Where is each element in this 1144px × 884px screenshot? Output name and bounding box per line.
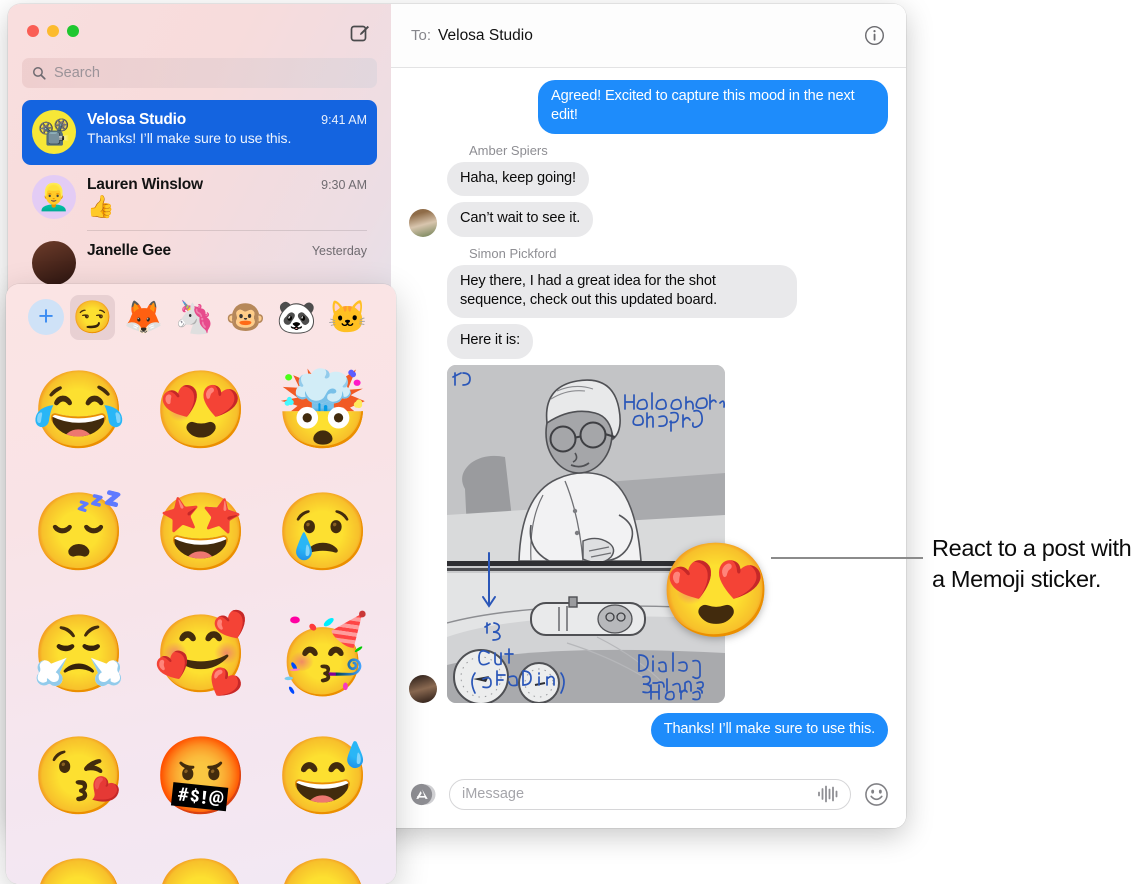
search-placeholder: Search	[54, 65, 100, 81]
conversation-time: 9:30 AM	[321, 178, 367, 192]
sticker-tab-fox[interactable]: 🦊	[121, 295, 166, 340]
close-button[interactable]	[27, 25, 39, 37]
sticker-partial-2[interactable]: 😶	[140, 838, 262, 884]
search-container: Search	[8, 58, 391, 88]
search-icon	[33, 67, 46, 80]
sticker-mind-blown[interactable]: 🤯	[262, 350, 384, 472]
audio-waveform-icon[interactable]	[816, 785, 838, 803]
sticker-kissing-heart[interactable]: 😘	[18, 716, 140, 838]
sticker-sad-tear[interactable]: 😢	[262, 472, 384, 594]
memoji-sticker-on-image[interactable]: 😍	[658, 545, 773, 637]
conversation-list: 📽️ Velosa Studio 9:41 AM Thanks! I’ll ma…	[8, 100, 391, 296]
avatar	[409, 208, 437, 237]
recipient-name[interactable]: Velosa Studio	[438, 27, 533, 45]
conversation-item-velosa-studio[interactable]: 📽️ Velosa Studio 9:41 AM Thanks! I’ll ma…	[22, 100, 377, 165]
message-composer: iMessage	[391, 766, 906, 828]
message-row: Agreed! Excited to capture this mood in …	[409, 80, 893, 134]
conversation-name: Velosa Studio	[87, 111, 187, 128]
compose-pencil-square-icon[interactable]	[347, 20, 373, 46]
minimize-button[interactable]	[47, 25, 59, 37]
avatar	[32, 241, 76, 286]
sticker-sweat-smile[interactable]: 😅	[262, 716, 384, 838]
message-row: Haha, keep going!	[409, 161, 888, 197]
sticker-star-struck[interactable]: 🤩	[140, 472, 262, 594]
message-row: Here it is:	[409, 324, 888, 360]
avatar-spacer	[409, 168, 437, 196]
message-bubble-incoming[interactable]: Hey there, I had a great idea for the sh…	[442, 264, 797, 319]
avatar: 👱‍♂️	[32, 175, 76, 219]
conversation-time: 9:41 AM	[321, 113, 367, 127]
sticker-heart-eyes[interactable]: 😍	[140, 350, 262, 472]
sticker-partial-3[interactable]: 😶	[262, 838, 384, 884]
window-titlebar	[8, 4, 391, 56]
zoom-button[interactable]	[67, 25, 79, 37]
sticker-partial-1[interactable]: 😶	[18, 838, 140, 884]
storyboard-attachment[interactable]: 😍	[447, 364, 773, 703]
sticker-steam-nose[interactable]: 😤	[18, 594, 140, 716]
screenshot-root: Search 📽️ Velosa Studio 9:41 AM Thanks! …	[0, 0, 1144, 884]
sticker-tab-cat[interactable]: 🐱	[325, 295, 370, 340]
message-bubble-outgoing[interactable]: Agreed! Excited to capture this mood in …	[538, 80, 893, 134]
conversation-name: Janelle Gee	[87, 242, 171, 260]
message-row: Thanks! I’ll make sure to use this.	[409, 712, 894, 748]
avatar	[409, 674, 437, 703]
message-row-storyboard: 😍	[409, 364, 888, 703]
sticker-grid: 😂 😍 🤯 😴 🤩 😢 😤 🥰 🥳 😘 🤬 😅 😶 😶 😶	[6, 346, 396, 884]
sender-label-amber: Amber Spiers	[469, 142, 548, 158]
storyboard-image[interactable]	[447, 364, 725, 703]
sticker-tab-unicorn[interactable]: 🦄	[172, 295, 217, 340]
traffic-light-buttons	[27, 25, 79, 37]
imessage-input[interactable]: iMessage	[449, 778, 851, 810]
sticker-three-hearts[interactable]: 🥰	[140, 594, 262, 716]
sticker-category-tabs: + 😏 🦊 🦄 🐵 🐼 🐱	[6, 284, 396, 346]
sticker-partying[interactable]: 🥳	[262, 594, 384, 716]
memoji-sticker-picker: + 😏 🦊 🦄 🐵 🐼 🐱 😂 😍 🤯 😴 🤩 😢 😤 🥰 🥳 😘 🤬 😅 😶 …	[6, 284, 396, 884]
avatar-spacer	[409, 331, 437, 359]
message-list: Agreed! Excited to capture this mood in …	[391, 68, 906, 766]
imessage-placeholder: iMessage	[462, 786, 525, 802]
conversation-time: Yesterday	[311, 244, 367, 259]
avatar-spacer	[409, 290, 437, 318]
sticker-tab-memoji-woman[interactable]: 😏	[70, 294, 115, 340]
sticker-tab-monkey[interactable]: 🐵	[223, 295, 268, 340]
app-store-icon[interactable]	[409, 781, 436, 808]
sticker-tab-panda[interactable]: 🐼	[274, 295, 319, 340]
sticker-sleeping[interactable]: 😴	[18, 472, 140, 594]
to-label: To:	[411, 27, 432, 44]
conversation-preview: 👍	[87, 194, 115, 219]
callout-annotation-text: React to a post with a Memoji sticker.	[932, 535, 1132, 593]
sticker-cursing[interactable]: 🤬	[140, 716, 262, 838]
conversation-name: Lauren Winslow	[87, 176, 203, 193]
info-circle-icon[interactable]	[864, 25, 886, 47]
conversation-preview: Thanks! I’ll make sure to use this.	[87, 130, 292, 146]
conversation-item-lauren-winslow[interactable]: 👱‍♂️ Lauren Winslow 9:30 AM 👍	[22, 165, 377, 230]
search-input[interactable]: Search	[22, 58, 377, 88]
emoji-smiley-icon[interactable]	[864, 782, 888, 806]
message-bubble-incoming[interactable]: Can’t wait to see it.	[441, 202, 594, 238]
conversation-thread: To: Velosa Studio Agreed! Excited to cap…	[391, 4, 906, 828]
add-memoji-button[interactable]: +	[28, 299, 64, 335]
message-bubble-incoming[interactable]: Here it is:	[442, 324, 533, 360]
thread-header: To: Velosa Studio	[391, 4, 906, 68]
message-bubble-incoming[interactable]: Haha, keep going!	[442, 161, 589, 197]
message-row: Hey there, I had a great idea for the sh…	[409, 264, 888, 319]
callout-leader-line	[771, 557, 923, 559]
plus-icon: +	[38, 301, 54, 332]
avatar: 📽️	[32, 110, 76, 154]
sender-label-simon: Simon Pickford	[469, 245, 557, 261]
message-bubble-outgoing[interactable]: Thanks! I’ll make sure to use this.	[650, 712, 894, 748]
message-row: Can’t wait to see it.	[409, 202, 888, 238]
sticker-joy-tears[interactable]: 😂	[18, 350, 140, 472]
